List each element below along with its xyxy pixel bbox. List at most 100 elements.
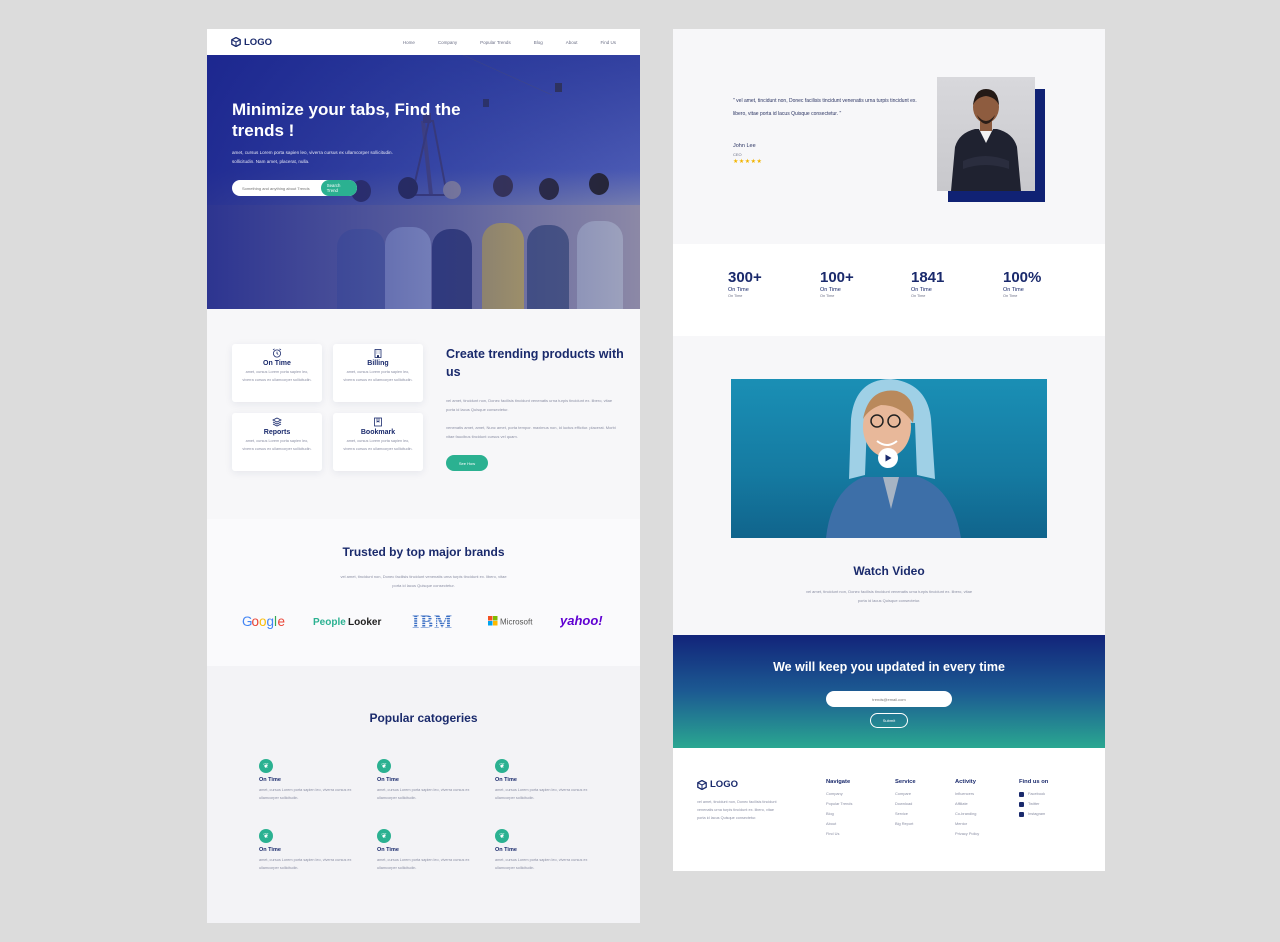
create-title: Create trending products with us — [446, 347, 624, 379]
category-desc: amet, cursus Lorem porta sapien leo, viv… — [495, 788, 588, 800]
footer-desc: vel amet, tincidunt non, Donec facilisis… — [697, 800, 777, 820]
footer-link[interactable]: Compare — [895, 789, 916, 799]
hero-subtitle: amet, cursus Lorem porta sapien leo, viv… — [232, 150, 393, 164]
footer-link[interactable]: Blog — [826, 809, 852, 819]
submit-button[interactable]: Submit — [870, 713, 908, 728]
bookmark-icon — [374, 417, 382, 427]
nav-link-blog[interactable]: Blog — [534, 40, 543, 45]
social-link-facebook[interactable]: Facebook — [1019, 789, 1048, 799]
feature-title: Bookmark — [360, 429, 396, 436]
brand-logo-ibm: IBM — [412, 611, 458, 631]
create-paragraph-1: vel amet, tincidunt non, Donec facilisis… — [446, 398, 613, 412]
category-title: On Time — [259, 847, 281, 853]
svg-text:People: People — [313, 617, 346, 628]
leaf-icon: ❦ — [259, 759, 273, 773]
landing-page-left: LOGO Home Company Popular Trends Blog Ab… — [207, 29, 640, 923]
footer: LOGO vel amet, tincidunt non, Donec faci… — [673, 748, 1105, 871]
footer-link[interactable]: Company — [826, 789, 852, 799]
stats-section: 300+ On Time On Time 100+ On Time On Tim… — [673, 244, 1105, 336]
category-desc: amet, cursus Lorem porta sapien leo, viv… — [377, 858, 470, 870]
see-how-button[interactable]: See How — [446, 455, 488, 471]
brand-logo-google: G o o g l e — [242, 611, 288, 631]
testimonial-section: " vel amet, tincidunt non, Donec facilis… — [673, 29, 1105, 244]
nav-link-popular-trends[interactable]: Popular Trends — [480, 40, 511, 45]
category-desc: amet, cursus Lorem porta sapien leo, viv… — [259, 858, 352, 870]
category-item[interactable]: ❦ On Time amet, cursus Lorem porta sapie… — [377, 829, 472, 872]
brands-section: Trusted by top major brands vel amet, ti… — [207, 519, 640, 666]
feature-card[interactable]: Reports amet, cursus Lorem porta sapien … — [232, 413, 322, 471]
stat-item: 100% On Time On Time — [1003, 269, 1041, 298]
search-trend-button[interactable]: Search Trend — [320, 180, 357, 196]
email-field[interactable] — [826, 691, 952, 707]
stat-sublabel: On Time — [911, 294, 926, 298]
video-player[interactable] — [731, 379, 1047, 538]
social-link-instagram[interactable]: Instagram — [1019, 809, 1048, 819]
stat-label: On Time — [728, 287, 749, 293]
footer-link[interactable]: Mentor — [955, 819, 979, 829]
nav-link-about[interactable]: About — [566, 40, 578, 45]
footer-link[interactable]: Influencers — [955, 789, 979, 799]
leaf-icon: ❦ — [259, 829, 273, 843]
category-desc: amet, cursus Lorem porta sapien leo, viv… — [377, 788, 470, 800]
svg-text:g: g — [267, 614, 275, 629]
footer-link[interactable]: Privacy Policy — [955, 829, 979, 839]
nav-link-home[interactable]: Home — [403, 40, 415, 45]
facebook-icon — [1019, 791, 1024, 797]
footer-link[interactable]: Download — [895, 799, 916, 809]
cube-icon — [231, 37, 241, 47]
search-input[interactable] — [242, 185, 321, 191]
footer-link[interactable]: Popular Trends — [826, 799, 852, 809]
svg-text:o: o — [252, 614, 260, 629]
social-label: Twitter — [1028, 801, 1040, 806]
svg-text:Microsoft: Microsoft — [500, 618, 533, 627]
feature-card[interactable]: On Time amet, cursus Lorem porta sapien … — [232, 344, 322, 402]
twitter-icon — [1019, 801, 1024, 807]
footer-col-social: Find us on Facebook Twitter Instagram — [1019, 779, 1048, 819]
stat-sublabel: On Time — [728, 294, 743, 298]
social-link-twitter[interactable]: Twitter — [1019, 799, 1048, 809]
stat-number: 300+ — [728, 269, 762, 286]
stat-sublabel: On Time — [1003, 294, 1018, 298]
svg-text:e: e — [278, 614, 286, 629]
svg-text:yahoo!: yahoo! — [560, 613, 603, 628]
footer-heading: Navigate — [826, 779, 851, 785]
footer-link[interactable]: About — [826, 819, 852, 829]
rating-stars: ★★★★★ — [733, 159, 763, 165]
footer-heading: Activity — [955, 779, 976, 785]
feature-card[interactable]: Bookmark amet, cursus Lorem porta sapien… — [333, 413, 423, 471]
stat-label: On Time — [820, 287, 841, 293]
play-icon — [885, 454, 892, 462]
brand-logo-yahoo: yahoo! — [560, 611, 606, 631]
category-item[interactable]: ❦ On Time amet, cursus Lorem porta sapie… — [259, 829, 354, 872]
leaf-icon: ❦ — [495, 759, 509, 773]
footer-link[interactable]: Big Report — [895, 819, 916, 829]
category-item[interactable]: ❦ On Time amet, cursus Lorem porta sapie… — [495, 759, 590, 802]
watch-video-desc: vel amet, tincidunt non, Donec facilisis… — [805, 589, 973, 603]
category-item[interactable]: ❦ On Time amet, cursus Lorem porta sapie… — [259, 759, 354, 802]
category-item[interactable]: ❦ On Time amet, cursus Lorem porta sapie… — [495, 829, 590, 872]
features-section: On Time amet, cursus Lorem porta sapien … — [207, 309, 640, 519]
categories-section: Popular catogeries ❦ On Time amet, cursu… — [207, 666, 640, 923]
category-title: On Time — [495, 777, 517, 783]
footer-logo[interactable]: LOGO — [697, 779, 738, 790]
alarm-clock-icon — [272, 348, 282, 358]
feature-desc: amet, cursus Lorem porta sapien leo, viv… — [242, 370, 312, 382]
nav-link-company[interactable]: Company — [438, 40, 457, 45]
category-desc: amet, cursus Lorem porta sapien leo, viv… — [495, 858, 588, 870]
feature-card[interactable]: Billing amet, cursus Lorem porta sapien … — [333, 344, 423, 402]
footer-col-service: Service Compare Download Service Big Rep… — [895, 779, 916, 829]
yahoo-logo: yahoo! — [560, 613, 603, 628]
ibm-logo: IBM — [412, 612, 458, 630]
feature-title: On Time — [263, 360, 291, 367]
play-button[interactable] — [878, 448, 898, 468]
category-title: On Time — [377, 847, 399, 853]
footer-link[interactable]: Service — [895, 809, 916, 819]
category-item[interactable]: ❦ On Time amet, cursus Lorem porta sapie… — [377, 759, 472, 802]
footer-link[interactable]: Affiliate — [955, 799, 979, 809]
footer-link[interactable]: Find Us — [826, 829, 852, 839]
nav-link-find-us[interactable]: Find Us — [600, 40, 616, 45]
leaf-icon: ❦ — [377, 759, 391, 773]
logo[interactable]: LOGO — [231, 37, 272, 48]
footer-link[interactable]: Co-branding — [955, 809, 979, 819]
stat-sublabel: On Time — [820, 294, 835, 298]
